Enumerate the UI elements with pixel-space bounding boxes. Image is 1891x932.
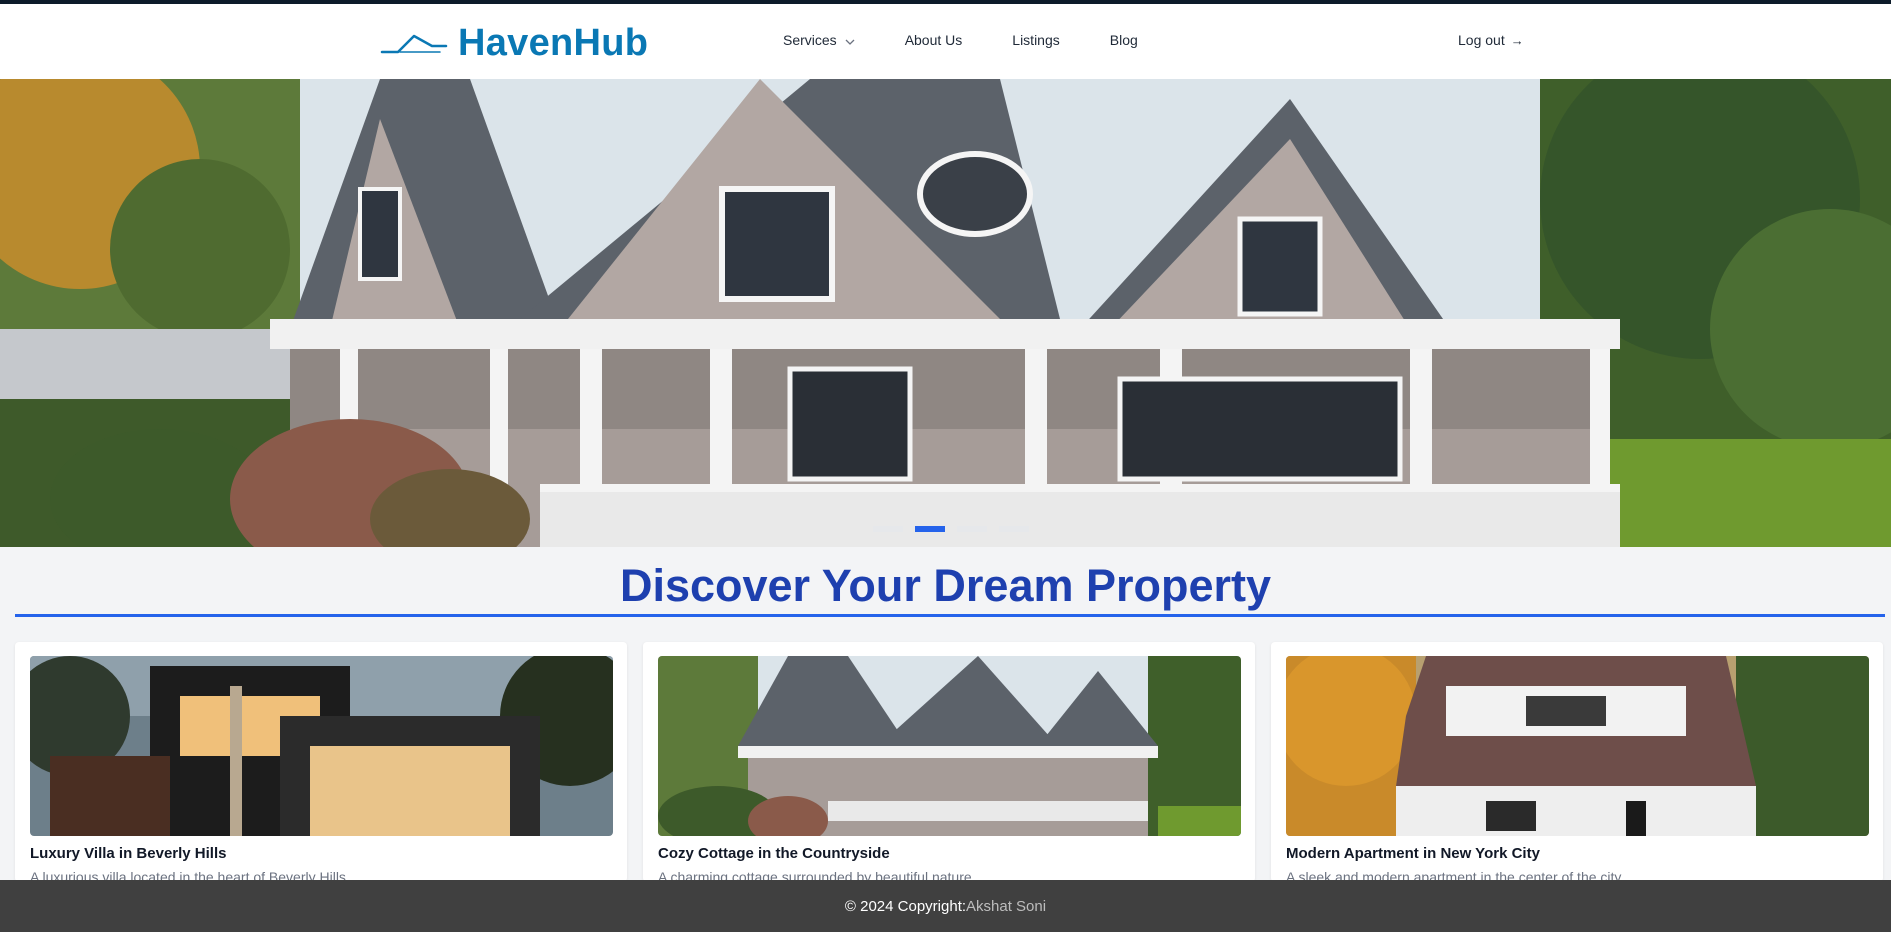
nav-blog[interactable]: Blog [1110, 32, 1138, 48]
property-card[interactable]: Luxury Villa in Beverly Hills A luxuriou… [15, 642, 627, 882]
main-nav: Services About Us Listings Blog [783, 32, 1188, 48]
house-roof-logo-icon [380, 34, 448, 54]
nav-services-label: Services [783, 32, 837, 48]
property-title: Cozy Cottage in the Countryside [658, 845, 890, 862]
carousel-dot-4[interactable] [999, 526, 1029, 532]
property-title: Modern Apartment in New York City [1286, 845, 1540, 862]
logo-text: HavenHub [458, 21, 649, 64]
hero-carousel [0, 79, 1891, 547]
logout-label: Log out [1458, 32, 1505, 48]
navbar: HavenHub Services About Us Listings Blog… [0, 4, 1891, 79]
property-card[interactable]: Cozy Cottage in the Countryside A charmi… [643, 642, 1255, 882]
arrow-right-icon: → [1510, 32, 1524, 48]
page-title: Discover Your Dream Property [619, 560, 1272, 611]
logo[interactable]: HavenHub [380, 20, 648, 66]
hero-house-image [0, 79, 1891, 547]
footer: © 2024 Copyright: Akshat Soni [0, 880, 1891, 932]
title-underline [15, 614, 1885, 617]
property-card[interactable]: Modern Apartment in New York City A slee… [1271, 642, 1883, 882]
footer-copyright: © 2024 Copyright: [844, 897, 967, 915]
carousel-dot-1[interactable] [873, 526, 903, 532]
footer-author-link[interactable]: Akshat Soni [966, 898, 1046, 915]
chevron-down-icon [845, 32, 855, 48]
carousel-dot-3[interactable] [957, 526, 987, 532]
carousel-dot-2[interactable] [915, 526, 945, 532]
logout-button[interactable]: Log out → [1458, 32, 1524, 48]
property-image [1286, 656, 1869, 836]
property-image [658, 656, 1241, 836]
nav-listings[interactable]: Listings [1012, 32, 1059, 48]
property-image [30, 656, 613, 836]
nav-services[interactable]: Services [783, 32, 855, 48]
nav-about-us[interactable]: About Us [905, 32, 963, 48]
property-title: Luxury Villa in Beverly Hills [30, 845, 227, 862]
carousel-indicators [873, 526, 1041, 532]
